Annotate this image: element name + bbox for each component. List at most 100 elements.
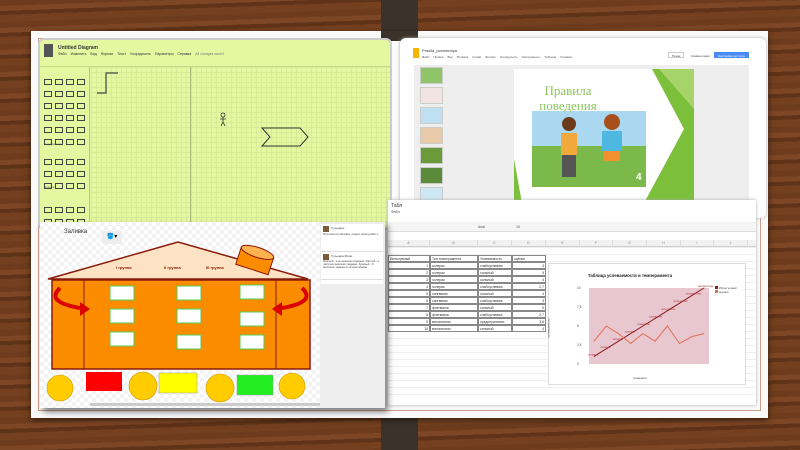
table-header-cell[interactable]: оценки xyxy=(512,255,546,262)
table-cell[interactable]: 8 xyxy=(388,311,430,318)
legend-item: оценки xyxy=(715,290,737,294)
table-header-cell[interactable]: Тип темперамента xyxy=(430,255,478,262)
table-cell[interactable]: флегматик xyxy=(430,304,478,311)
table-cell[interactable]: сильный xyxy=(478,290,512,297)
slide-thumbnail[interactable] xyxy=(420,127,443,144)
table-cell[interactable]: сангвиник xyxy=(430,290,478,297)
menu-item[interactable]: Файл xyxy=(391,210,400,214)
table-cell[interactable]: слабоуспеваю xyxy=(478,283,512,290)
table-cell[interactable]: 2,7 xyxy=(512,283,546,290)
column-header[interactable]: I xyxy=(681,240,714,247)
slide-thumbnail[interactable] xyxy=(420,107,443,124)
table-cell[interactable]: 5 xyxy=(388,290,430,297)
menu-item[interactable]: Упорядочить xyxy=(500,55,518,59)
column-header[interactable]: A xyxy=(388,240,430,247)
table-cell[interactable]: холерик xyxy=(430,269,478,276)
data-label: сангвиник xyxy=(637,322,651,326)
slide-thumbnail[interactable] xyxy=(420,167,443,184)
red-card xyxy=(86,372,122,391)
comment[interactable]: Гульнара Мини... Красный - я не выполнил … xyxy=(321,252,383,280)
table-cell[interactable]: холерик xyxy=(430,276,478,283)
comment[interactable]: Гульнара... Исполнили заливку, оцени свою… xyxy=(321,224,383,252)
table-cell[interactable]: 3 xyxy=(512,262,546,269)
y-tick-label: 2,5 xyxy=(577,343,582,347)
table-cell[interactable]: 9 xyxy=(388,318,430,325)
table-cell[interactable]: холерик xyxy=(430,283,478,290)
table-cell[interactable]: слабоуспеваю xyxy=(478,297,512,304)
table-cell[interactable]: 5 xyxy=(512,304,546,311)
table-header-cell[interactable]: Испытуемый xyxy=(388,255,430,262)
table-cell[interactable]: слабоуспеваю xyxy=(478,311,512,318)
y-tick-label: 5 xyxy=(577,324,579,328)
menu-item[interactable]: Файл xyxy=(422,55,429,59)
table-cell[interactable]: 2 xyxy=(388,269,430,276)
table-cell[interactable]: 5 xyxy=(512,269,546,276)
table-cell[interactable]: среднеуспеваю xyxy=(478,318,512,325)
embedded-chart[interactable]: 0 2,5 5 7,5 10 холерик холерик холерик холерик са… xyxy=(547,263,746,385)
column-header[interactable]: H xyxy=(647,240,681,247)
table-cell[interactable]: сильный xyxy=(478,304,512,311)
table-cell[interactable]: 3 xyxy=(512,297,546,304)
menu-item[interactable]: Правка xyxy=(433,55,443,59)
data-label: холерик xyxy=(600,345,611,349)
green-card xyxy=(236,374,274,396)
spreadsheet-title[interactable]: Табл xyxy=(391,203,402,209)
table-cell[interactable]: 3 xyxy=(388,276,430,283)
sticky-notes xyxy=(109,284,265,350)
menu-item[interactable]: Вставка xyxy=(457,55,468,59)
column-header[interactable]: D xyxy=(512,240,546,247)
menu-item[interactable]: Формат xyxy=(485,55,496,59)
menu-item[interactable]: Инструменты xyxy=(522,55,541,59)
table-header-cell[interactable]: Успеваемость xyxy=(478,255,512,262)
table-cell[interactable]: сангвиник xyxy=(430,297,478,304)
table-cell[interactable]: 3,6 xyxy=(512,318,546,325)
table-cell[interactable]: сильный xyxy=(478,276,512,283)
chart-legend: Испытуемый оценки xyxy=(715,286,737,294)
menu-item[interactable]: Вид xyxy=(448,55,453,59)
present-button[interactable]: Показ xyxy=(668,52,685,58)
font-size-select[interactable]: 10 xyxy=(516,225,520,229)
comment-author: Гульнара Мини... xyxy=(331,254,355,258)
table-cell[interactable]: 4 xyxy=(512,290,546,297)
column-header[interactable]: G xyxy=(613,240,647,247)
table-cell[interactable]: холерик xyxy=(430,262,478,269)
fill-activity-window: Заливка 🪣▾ I группа II группа III группа… xyxy=(40,222,385,408)
table-cell[interactable]: слабоуспеваю xyxy=(478,262,512,269)
table-cell[interactable]: 4 xyxy=(512,325,546,332)
menu-item[interactable]: Справка xyxy=(560,55,572,59)
table-cell[interactable]: 4 xyxy=(512,276,546,283)
table-cell[interactable]: 4 xyxy=(388,283,430,290)
table-cell[interactable]: 10 xyxy=(388,325,430,332)
table-cell[interactable]: 2,7 xyxy=(512,311,546,318)
table-cell[interactable]: сильный xyxy=(478,325,512,332)
menu-item[interactable]: Слайд xyxy=(472,55,481,59)
table-cell[interactable]: меланхолик xyxy=(430,325,478,332)
table-cell[interactable]: 1 xyxy=(388,262,430,269)
comments-button[interactable]: Комментарии xyxy=(687,52,714,58)
table-cell[interactable]: сильный xyxy=(478,269,512,276)
table-cell[interactable]: меланхолик xyxy=(430,318,478,325)
slides-logo-icon xyxy=(413,48,419,58)
font-select[interactable]: Arial xyxy=(478,225,485,229)
slide-thumbnail[interactable] xyxy=(420,147,443,164)
data-point xyxy=(691,336,693,338)
presentation-title[interactable]: Pravila_povedeniya xyxy=(422,48,457,53)
share-button[interactable]: Настройки доступа xyxy=(714,52,749,58)
column-header[interactable]: J xyxy=(714,240,748,247)
horizontal-scrollbar[interactable] xyxy=(90,403,320,406)
table-cell[interactable]: флегматик xyxy=(430,311,478,318)
slide-thumbnail[interactable] xyxy=(420,67,443,84)
column-header[interactable]: C xyxy=(478,240,512,247)
slide-thumbnail[interactable] xyxy=(420,87,443,104)
current-slide[interactable]: Правила поведения 4 xyxy=(514,69,694,203)
slide-number: 4 xyxy=(636,172,642,183)
comment-text: Красный - я не выполнил задание. Жёлтый … xyxy=(323,260,380,269)
menu-item[interactable]: Таблица xyxy=(544,55,556,59)
table-cell[interactable]: 7 xyxy=(388,304,430,311)
column-header[interactable]: E xyxy=(546,240,580,247)
column-header[interactable]: B xyxy=(430,240,478,247)
table-cell[interactable]: 6 xyxy=(388,297,430,304)
column-header[interactable]: F xyxy=(580,240,613,247)
data-point xyxy=(618,333,619,334)
actor-shape xyxy=(220,112,226,127)
